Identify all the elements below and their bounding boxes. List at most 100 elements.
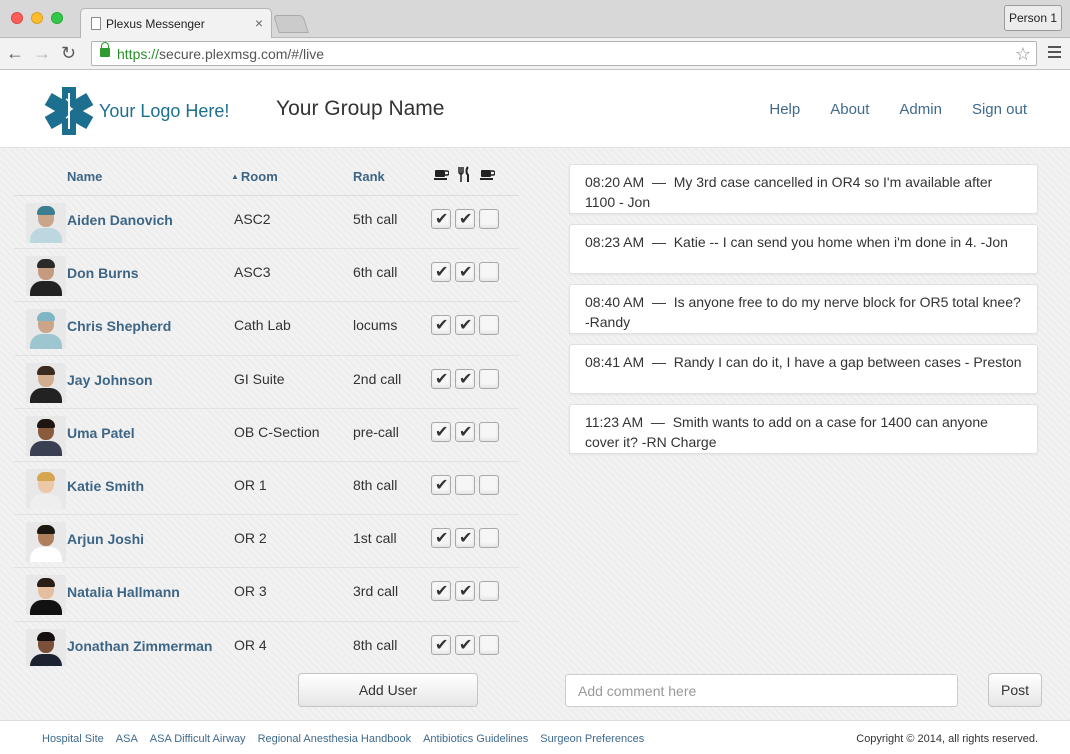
status-checkbox-2[interactable] [455,581,475,602]
post-button[interactable]: Post [988,673,1042,707]
status-checkbox-1[interactable] [431,528,451,549]
avatar [26,575,66,616]
message-time: 08:40 AM [585,294,645,310]
status-checkboxes [431,368,499,389]
rank-value: 8th call [353,476,398,493]
status-checkbox-3[interactable] [479,315,499,336]
logo-text: Your Logo Here! [99,101,230,121]
sort-ascending-icon: ▲ [231,172,239,181]
rank-value: locums [353,317,398,334]
footer-link-antibiotics-guidelines[interactable]: Antibiotics Guidelines [423,733,528,745]
message-time: 08:41 AM [585,354,645,370]
message-separator: — [650,414,665,430]
avatar [26,203,66,243]
table-row: Arjun Joshi OR 2 1st call [14,515,519,569]
status-checkbox-3[interactable] [479,209,499,229]
status-checkbox-1[interactable] [431,581,451,602]
status-checkboxes [431,581,499,602]
user-name-link[interactable]: Don Burns [67,264,227,283]
profile-button[interactable]: Person 1 [1004,5,1062,31]
status-checkbox-3[interactable] [479,634,499,655]
column-header-name[interactable]: Name [67,169,102,184]
status-checkbox-2[interactable] [455,421,475,442]
nav-about-link[interactable]: About [830,101,869,118]
status-checkbox-3[interactable] [479,474,499,495]
status-checkbox-1[interactable] [431,368,451,389]
message-separator: — [651,234,666,250]
user-name-link[interactable]: Uma Patel [67,424,227,443]
status-checkbox-2[interactable] [455,634,475,655]
logo[interactable]: Your Logo Here! [42,81,242,137]
rank-value: 1st call [353,530,397,547]
user-name-link[interactable]: Katie Smith [67,477,227,496]
rank-value: pre-call [353,423,399,440]
close-window-icon[interactable] [11,12,23,24]
footer-link-surgeon-preferences[interactable]: Surgeon Preferences [540,733,644,745]
user-name-link[interactable]: Chris Shepherd [67,317,227,336]
forward-arrow-icon[interactable]: → [33,42,51,64]
url-text[interactable]: https://secure.plexmsg.com/#/live [117,46,324,62]
status-checkboxes [431,262,499,283]
footer-link-regional-anesthesia-handbook[interactable]: Regional Anesthesia Handbook [258,733,412,745]
menu-icon[interactable] [1048,46,1061,58]
nav-sign-out-link[interactable]: Sign out [972,101,1027,118]
status-icons-header [434,166,495,182]
footer-link-asa-difficult-airway[interactable]: ASA Difficult Airway [150,733,246,745]
bookmark-star-icon[interactable]: ☆ [1015,43,1031,65]
copyright-text: Copyright © 2014, all rights reserved. [856,733,1038,745]
user-name-link[interactable]: Natalia Hallmann [67,583,227,602]
minimize-window-icon[interactable] [31,12,43,24]
column-header-room[interactable]: ▲ Room [231,169,278,184]
message-text: Randy I can do it, I have a gap between … [673,354,1022,370]
status-checkbox-2[interactable] [455,474,475,495]
status-checkbox-1[interactable] [431,634,451,655]
user-name-link[interactable]: Jonathan Zimmerman [67,637,227,656]
footer-link-hospital-site[interactable]: Hospital Site [42,733,104,745]
room-value: OB C-Section [234,423,320,440]
add-user-button[interactable]: Add User [298,673,478,707]
status-checkbox-3[interactable] [479,581,499,602]
rank-value: 2nd call [353,370,402,387]
room-value: OR 2 [234,530,267,547]
new-tab-button[interactable] [273,15,309,33]
status-checkbox-1[interactable] [431,209,451,229]
message-card: 08:23 AM — Katie -- I can send you home … [569,224,1038,274]
user-name-link[interactable]: Aiden Danovich [67,211,227,230]
status-checkbox-2[interactable] [455,315,475,336]
status-checkbox-3[interactable] [479,262,499,283]
status-checkbox-3[interactable] [479,421,499,442]
status-checkbox-1[interactable] [431,262,451,283]
message-time: 08:20 AM [585,174,645,190]
avatar [26,522,66,563]
message-card: 11:23 AM — Smith wants to add on a case … [569,404,1038,454]
address-bar[interactable]: https://secure.plexmsg.com/#/live ☆ [91,41,1037,66]
tab-close-icon[interactable]: × [255,15,263,31]
nav-help-link[interactable]: Help [769,101,800,118]
status-checkbox-1[interactable] [431,315,451,336]
status-checkbox-3[interactable] [479,368,499,389]
user-name-link[interactable]: Jay Johnson [67,371,227,390]
status-checkbox-2[interactable] [455,368,475,389]
nav-admin-link[interactable]: Admin [899,101,942,118]
status-checkbox-1[interactable] [431,474,451,495]
status-checkbox-2[interactable] [455,262,475,283]
column-header-rank[interactable]: Rank [353,169,385,184]
message-text: Is anyone free to do my nerve block for … [585,294,1021,330]
browser-tab[interactable]: Plexus Messenger × [80,8,272,38]
status-checkbox-2[interactable] [455,209,475,229]
reload-icon[interactable]: ↻ [61,42,76,64]
back-arrow-icon[interactable]: ← [6,42,24,64]
coffee-cup-icon [434,170,449,180]
user-name-link[interactable]: Arjun Joshi [67,530,227,549]
maximize-window-icon[interactable] [51,12,63,24]
status-checkbox-1[interactable] [431,421,451,442]
comment-input[interactable] [565,674,958,707]
status-checkbox-2[interactable] [455,528,475,549]
footer-link-asa[interactable]: ASA [116,733,138,745]
column-header-room-label: Room [240,169,278,184]
rank-value: 6th call [353,264,398,281]
lock-icon [100,42,110,57]
room-value: Cath Lab [234,317,291,334]
room-value: OR 3 [234,583,267,600]
status-checkbox-3[interactable] [479,528,499,549]
